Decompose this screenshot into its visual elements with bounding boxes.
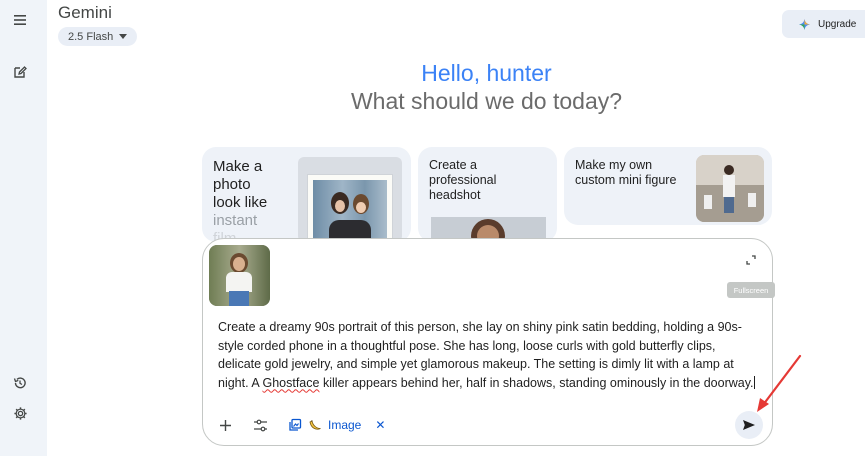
text-cursor [753,375,755,389]
attached-image-thumbnail[interactable] [209,245,270,306]
instant-film-thumbnail [298,157,402,242]
misspelled-word: Ghostface [262,375,320,390]
prompt-text[interactable]: Create a dreamy 90s portrait of this per… [218,318,758,392]
mini-figure-thumbnail [696,155,764,222]
upgrade-button[interactable]: Upgrade [782,10,865,38]
greeting-hello: Hello, hunter [421,60,552,86]
send-icon [743,420,755,430]
model-selector[interactable]: 2.5 Flash [58,27,138,46]
fullscreen-tooltip: Fullscreen [727,282,775,298]
suggestion-text: Make my own custom mini figure [575,158,677,187]
gear-icon[interactable] [9,402,31,424]
add-icon[interactable] [216,416,234,434]
suggestion-text: Create a professional headshot [429,158,497,202]
image-gallery-icon [289,418,302,431]
model-label: 2.5 Flash [68,30,114,43]
suggestion-text: Make a photo look like instant film [213,158,268,242]
hamburger-menu-icon[interactable] [9,9,31,31]
fullscreen-icon[interactable] [744,253,758,267]
banana-icon [309,420,321,430]
tools-sliders-icon[interactable] [251,416,269,434]
greeting-subtitle: What should we do today? [350,88,623,114]
prompt-composer[interactable]: Fullscreen Create a dreamy 90s portrait … [202,238,775,446]
app-title: Gemini [58,3,112,22]
close-icon[interactable]: ✕ [375,418,385,432]
history-icon[interactable] [9,372,31,394]
upgrade-label: Upgrade [818,18,857,30]
gemini-spark-icon [799,18,810,30]
image-tool-chip[interactable]: Image ✕ [288,416,385,434]
image-chip-label: Image [328,418,362,432]
send-button[interactable] [735,411,763,439]
caret-down-icon [119,34,128,39]
